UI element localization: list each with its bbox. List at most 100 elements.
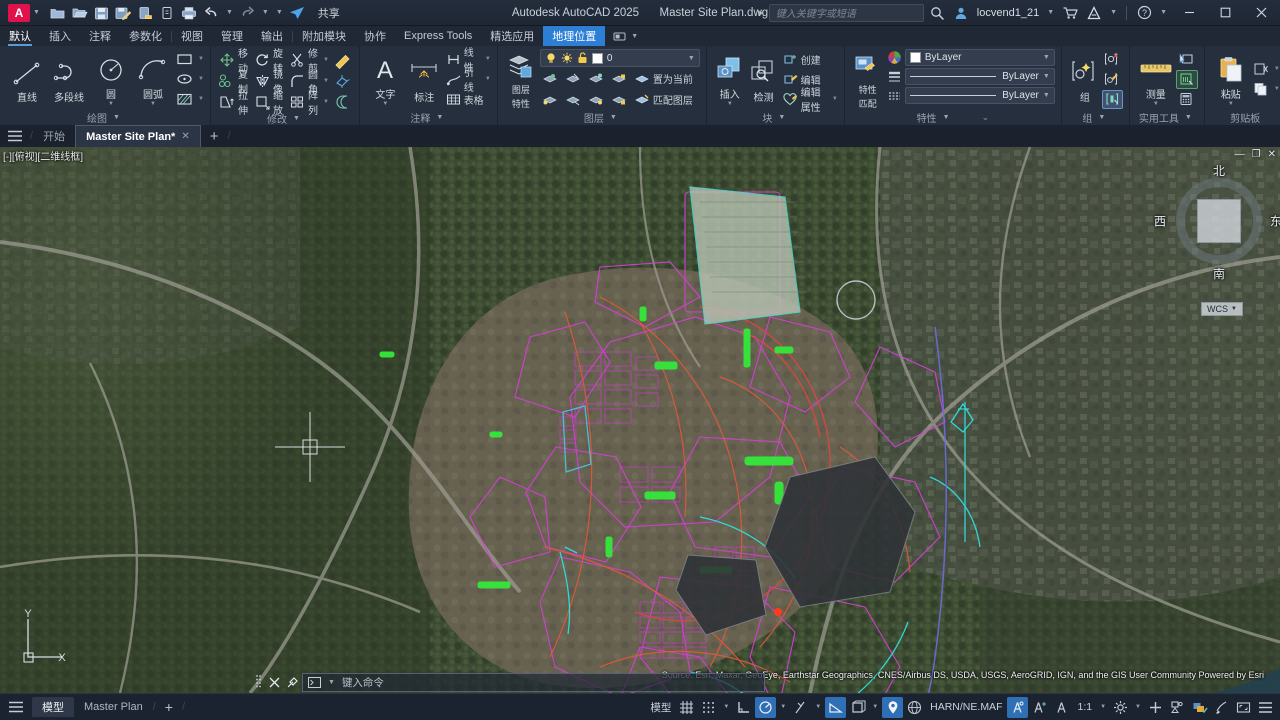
cut-tool[interactable] <box>1251 60 1271 79</box>
dimension-tool[interactable]: 标注 <box>405 55 444 104</box>
layer-unisolate-tool[interactable] <box>586 90 606 109</box>
edit-attributes-dropdown-caret-icon[interactable]: ▼ <box>832 96 838 102</box>
arc-dropdown-caret-icon[interactable]: ▼ <box>150 101 156 107</box>
osnap-track-dropdown-caret-icon[interactable]: ▼ <box>812 704 824 710</box>
customization-add-button[interactable] <box>1145 697 1166 718</box>
minimize-button[interactable] <box>1172 0 1206 26</box>
offset-tool[interactable] <box>332 92 353 111</box>
ribbon-tab-manage[interactable]: 管理 <box>212 26 252 46</box>
text-dropdown-caret-icon[interactable]: ▼ <box>382 101 388 107</box>
trim-dropdown-caret-icon[interactable]: ▼ <box>323 57 329 63</box>
maximize-button[interactable] <box>1208 0 1242 26</box>
autodesk-app-icon[interactable] <box>1083 3 1105 23</box>
calculator-tool[interactable] <box>1176 90 1196 109</box>
inspect-block-tool[interactable]: 检测 <box>747 55 781 104</box>
ribbon-tab-geolocation[interactable]: 地理位置 <box>543 26 606 46</box>
view-cube-west-label[interactable]: 西 <box>1154 213 1166 230</box>
layer-dropdown-caret-icon[interactable]: ▼ <box>688 55 695 62</box>
measure-tool[interactable]: 测量 ▼ <box>1136 52 1176 107</box>
save-as-button[interactable] <box>113 3 134 23</box>
help-caret-icon[interactable]: ▼ <box>1160 9 1167 16</box>
group-selection-toggle[interactable] <box>1101 89 1123 109</box>
share-button[interactable]: 共享 <box>312 3 346 23</box>
ucs-dropdown-caret-icon[interactable]: ▼ <box>869 704 881 710</box>
arc-tool[interactable]: 圆弧 ▼ <box>132 52 174 107</box>
create-block-tool[interactable]: 创建 <box>781 50 823 69</box>
hardware-acceleration-button[interactable] <box>1189 697 1210 718</box>
explode-tool[interactable] <box>332 71 353 90</box>
cut-dropdown-caret-icon[interactable]: ▼ <box>1274 66 1280 72</box>
annotation-scale-caret-icon[interactable]: ▼ <box>1097 704 1109 710</box>
panel-title-annotation[interactable]: 注释 ▼ <box>362 110 495 125</box>
panel-expand-caret-icon[interactable]: ▼ <box>1098 114 1105 121</box>
command-input[interactable]: ▼ 键入命令 <box>302 672 765 692</box>
view-cube-north-label[interactable]: 北 <box>1213 162 1225 179</box>
panel-title-block[interactable]: 块 ▼ <box>709 110 842 125</box>
lineweight-dropdown[interactable]: ByLayer ▼ <box>904 68 1055 85</box>
color-dropdown-caret-icon[interactable]: ▼ <box>1043 54 1050 61</box>
open-folder-button[interactable] <box>69 3 90 23</box>
ribbon-tab-addins[interactable]: 附加模块 <box>293 26 355 46</box>
array-dropdown-caret-icon[interactable]: ▼ <box>323 99 329 105</box>
coordinate-system-badge[interactable]: WCS ▼ <box>1201 302 1243 316</box>
isolate-objects-button[interactable] <box>1167 697 1188 718</box>
search-input[interactable]: 键入关键字或短语 <box>768 3 924 22</box>
view-cube[interactable]: 北 东 南 西 <box>1154 164 1280 281</box>
plot-button[interactable] <box>179 3 200 23</box>
snap-mode-toggle[interactable] <box>698 697 719 718</box>
linetype-icon[interactable] <box>887 89 902 103</box>
command-line[interactable]: ▼ 键入命令 <box>255 671 765 693</box>
insert-block-tool[interactable]: 插入 ▼ <box>713 52 747 107</box>
panel-title-utilities[interactable]: 实用工具 ▼ <box>1132 110 1202 125</box>
panel-title-clipboard[interactable]: 剪贴板 <box>1207 110 1280 125</box>
drawing-viewport[interactable]: [-][俯视][二维线框] — ❐ ✕ Y X Source: Esri, Ma… <box>0 147 1280 693</box>
erase-tool[interactable] <box>332 50 353 69</box>
redo-button[interactable] <box>237 3 258 23</box>
ribbon-tab-home[interactable]: 默认 <box>0 26 40 46</box>
user-name-label[interactable]: locvend1_21 <box>974 7 1042 19</box>
grid-display-toggle[interactable] <box>676 697 697 718</box>
circle-dropdown-caret-icon[interactable]: ▼ <box>108 101 114 107</box>
annotation-scale-label[interactable]: 1:1 <box>1073 701 1096 713</box>
layer-thaw-tool[interactable] <box>563 90 583 109</box>
object-color-dropdown[interactable]: ByLayer ▼ <box>904 49 1055 66</box>
lineweight-dropdown-caret-icon[interactable]: ▼ <box>1043 73 1050 80</box>
panel-title-draw[interactable]: 绘图 ▼ <box>2 110 208 125</box>
file-tab-menu-button[interactable] <box>0 125 30 147</box>
new-layout-button[interactable]: + <box>156 699 182 715</box>
status-bar-customization-button[interactable] <box>1255 697 1276 718</box>
table-tool[interactable]: 表格 <box>444 90 486 109</box>
workspace-switch-button[interactable] <box>1110 697 1131 718</box>
panel-expand-caret-icon[interactable]: ▼ <box>778 114 785 121</box>
line-tool[interactable]: 直线 <box>6 55 48 104</box>
rectangle-tool[interactable] <box>174 50 195 69</box>
properties-dialog-launcher[interactable]: ⌄ <box>982 112 990 123</box>
search-icon[interactable] <box>926 3 948 23</box>
polar-tracking-toggle[interactable] <box>755 696 777 718</box>
command-customize-icon[interactable] <box>284 673 300 691</box>
cart-icon[interactable] <box>1059 3 1081 23</box>
color-wheel-icon[interactable] <box>887 50 902 65</box>
view-cube-south-label[interactable]: 南 <box>1213 265 1225 282</box>
match-properties-tool[interactable]: 特性 匹配 <box>851 49 885 110</box>
linetype-dropdown[interactable]: ByLayer ▼ <box>904 87 1055 104</box>
export-button[interactable] <box>135 3 156 23</box>
group-edit-tool[interactable] <box>1102 70 1121 89</box>
panel-expand-caret-icon[interactable]: ▼ <box>436 114 443 121</box>
leader-dropdown-caret-icon[interactable]: ▼ <box>485 76 491 82</box>
lineweight-icon[interactable] <box>887 70 902 84</box>
account-caret-icon[interactable]: ▼ <box>1047 9 1054 16</box>
command-line-grip[interactable] <box>255 674 264 690</box>
viewport-minimize-icon[interactable]: — <box>1235 149 1245 160</box>
plot-preview-button[interactable] <box>157 3 178 23</box>
count-tool[interactable] <box>1175 69 1198 89</box>
hatch-tool[interactable] <box>174 90 195 109</box>
undo-dropdown-caret-icon[interactable]: ▼ <box>226 9 233 16</box>
measure-dropdown-caret-icon[interactable]: ▼ <box>1153 101 1159 107</box>
panel-expand-caret-icon[interactable]: ▼ <box>1185 114 1192 121</box>
search-expand-caret-icon[interactable]: ▶ <box>758 9 763 17</box>
panel-expand-caret-icon[interactable]: ▼ <box>113 114 120 121</box>
panel-title-modify[interactable]: 修改 ▼ <box>213 111 357 125</box>
ribbon-display-options-button[interactable]: ▼ <box>605 26 649 46</box>
ribbon-tab-view[interactable]: 视图 <box>172 26 212 46</box>
